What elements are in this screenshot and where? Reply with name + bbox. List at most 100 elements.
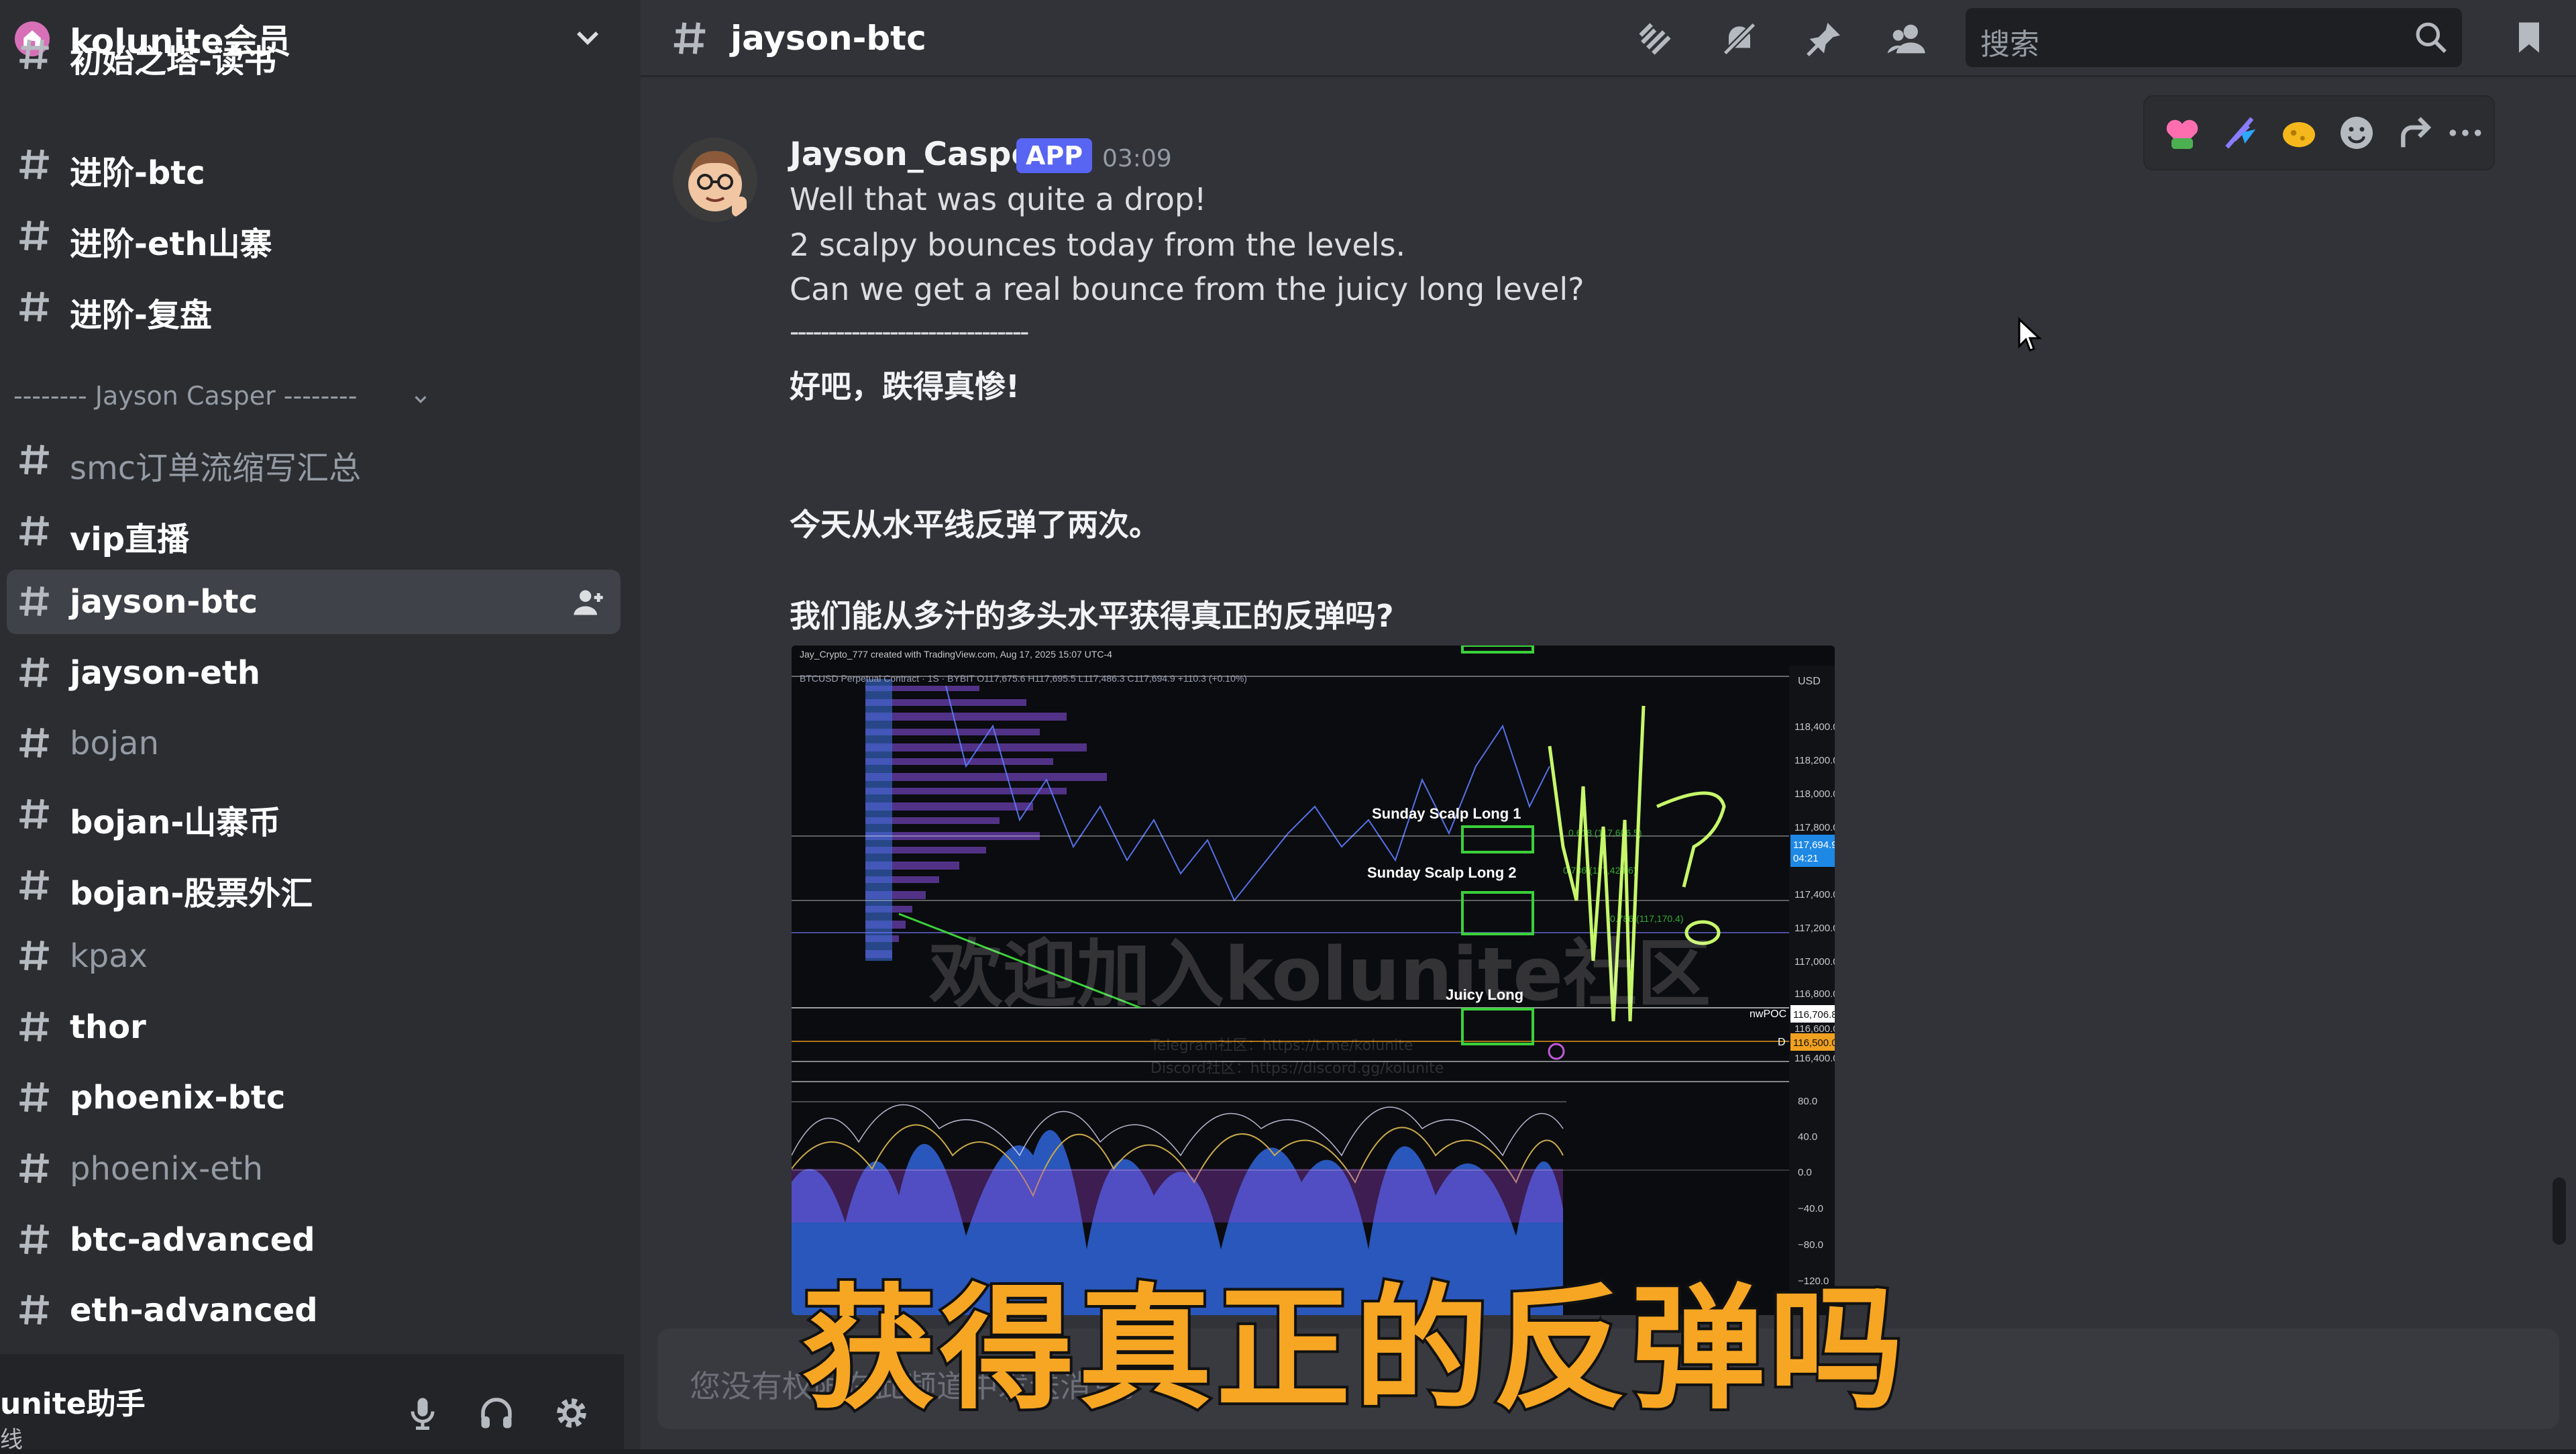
sidebar-channel-item[interactable]: jayson-eth	[0, 641, 621, 705]
hash-icon	[19, 39, 49, 70]
price-tick: 118,200.0	[1794, 755, 1835, 766]
mouse-cursor-icon	[2018, 317, 2042, 352]
price-tick: 117,400.0	[1794, 889, 1835, 900]
price-tick: 117,800.0	[1794, 822, 1835, 833]
price-tick: 116,400.0	[1794, 1053, 1835, 1064]
hash-icon	[19, 728, 49, 758]
channel-header: jayson-btc 搜索	[641, 0, 2576, 77]
hash-icon	[19, 1224, 49, 1254]
add-member-icon[interactable]	[571, 584, 606, 619]
price-tick: 118,400.0	[1794, 721, 1835, 733]
hash-icon	[19, 444, 49, 475]
sidebar-item-label: bojan-股票外汇	[70, 874, 313, 913]
sidebar-channel-item[interactable]: phoenix-eth	[0, 1137, 621, 1201]
price-tick: 116,800.0	[1794, 988, 1835, 1000]
sidebar-item-label: btc-advanced	[70, 1221, 315, 1259]
sidebar-channel-item[interactable]: vip直播	[0, 499, 621, 564]
sidebar-channel-item[interactable]: btc-advanced	[0, 1208, 621, 1272]
app-badge: APP	[1016, 138, 1093, 173]
hash-icon	[19, 515, 49, 546]
sidebar-item-label: jayson-btc	[70, 583, 258, 621]
sidebar-item-label: 进阶-eth山寨	[70, 225, 272, 263]
sidebar-item-label: phoenix-eth	[70, 1150, 264, 1188]
nwpoc-price: 116,706.8	[1793, 1009, 1835, 1021]
hash-icon	[19, 657, 49, 687]
hash-icon	[19, 1082, 49, 1112]
category-jayson-casper[interactable]: -------- Jayson Casper --------	[13, 381, 357, 411]
sidebar-channel-item[interactable]: bojan	[0, 711, 621, 776]
osc-tick: 80.0	[1798, 1096, 1817, 1107]
hash-icon	[19, 870, 49, 900]
hash-icon	[19, 149, 49, 180]
price-tick: 116,600.0	[1794, 1023, 1835, 1035]
osc-tick: −40.0	[1798, 1203, 1823, 1214]
more-icon[interactable]	[2444, 111, 2487, 154]
microphone-icon[interactable]	[402, 1393, 443, 1433]
threads-icon[interactable]	[1633, 17, 1676, 60]
sidebar-item-label: eth-advanced	[70, 1292, 318, 1330]
watermark: 欢迎加入kolunite社区	[928, 931, 1711, 1017]
sidebar-channel-item[interactable]: eth-advanced	[0, 1278, 621, 1343]
chart-image-attachment[interactable]: Sunday Scalp Long 1 Sunday Scalp Long 2 …	[792, 645, 1835, 1315]
inbox-icon[interactable]	[2509, 17, 2549, 58]
sidebar-channel-item[interactable]: jayson-btc	[7, 570, 621, 635]
sidebar-channel-item[interactable]: bojan-山寨币	[0, 782, 621, 847]
price-tick: 117,200.0	[1794, 923, 1835, 934]
add-reaction-icon[interactable]	[2335, 111, 2378, 154]
search-input[interactable]: 搜索	[1966, 8, 2462, 67]
message-line: 我们能从多汁的多头水平获得真正的反弹吗?	[790, 598, 1394, 634]
chart-symbol: BTCUSD Perpetual Contract · 1S · BYBIT O…	[800, 673, 1247, 684]
hash-icon	[674, 22, 706, 54]
d-price: 116,500.0	[1793, 1037, 1835, 1049]
watermark-line: Telegram社区：https://t.me/kolunite	[1150, 1037, 1413, 1054]
search-icon[interactable]	[2412, 19, 2450, 56]
username[interactable]: unite助手	[0, 1380, 146, 1422]
message-line: 2 scalpy bounces today from the levels.	[790, 227, 1406, 263]
reaction-feather-icon[interactable]	[2220, 111, 2263, 154]
sidebar-item-label: smc订单流缩写汇总	[70, 450, 362, 487]
sidebar-channel-item[interactable]: thor	[0, 995, 621, 1059]
forward-icon[interactable]	[2394, 111, 2437, 154]
sidebar-channel-item[interactable]: kpax	[0, 924, 621, 988]
chat-main: jayson-btc 搜索 Jayson_Casper APP 03:09 We…	[641, 0, 2576, 1449]
sidebar-channel-item[interactable]: smc订单流缩写汇总	[0, 428, 621, 492]
reaction-heart-icon[interactable]	[2161, 111, 2204, 154]
sidebar-channel-item[interactable]: phoenix-btc	[0, 1066, 621, 1130]
sidebar-item-partial[interactable]: 初始之塔-读书	[0, 35, 621, 75]
sidebar-item-label: 进阶-btc	[70, 154, 205, 192]
message-hover-toolbar	[2143, 95, 2495, 170]
sidebar-channel-item[interactable]: bojan-股票外汇	[0, 853, 621, 918]
scrollbar-thumb[interactable]	[2553, 1178, 2566, 1245]
hash-icon	[19, 220, 49, 251]
message-line: 今天从水平线反弹了两次。	[790, 507, 1160, 543]
watermark-line: Discord社区：https://discord.gg/kolunite	[1150, 1060, 1444, 1077]
message-timestamp[interactable]: 03:09	[1102, 145, 1172, 172]
osc-tick: 0.0	[1798, 1167, 1812, 1178]
message-line: Can we get a real bounce from the juicy …	[790, 271, 1585, 307]
message-author[interactable]: Jayson_Casper	[790, 136, 1049, 173]
sidebar-item-label: thor	[70, 1008, 146, 1046]
sidebar-item-label: phoenix-btc	[70, 1079, 286, 1117]
hash-icon	[19, 1011, 49, 1041]
sidebar-channel-item[interactable]: 进阶-eth山寨	[0, 204, 621, 268]
hash-icon	[19, 1153, 49, 1184]
members-icon[interactable]	[1886, 17, 1929, 60]
sidebar-channel-item[interactable]: 进阶-复盘	[0, 275, 621, 340]
chevron-down-icon[interactable]	[411, 389, 431, 409]
hash-icon	[19, 1295, 49, 1325]
osc-tick: 40.0	[1798, 1131, 1817, 1143]
channel-title: jayson-btc	[731, 19, 926, 58]
countdown: 04:21	[1793, 853, 1819, 864]
current-price: 117,694.9	[1793, 839, 1835, 851]
pin-icon[interactable]	[1803, 17, 1845, 60]
sidebar-channel-item[interactable]: 进阶-btc	[0, 133, 621, 197]
sidebar-item-label: bojan	[70, 725, 160, 763]
hash-icon	[19, 586, 49, 617]
mute-bell-icon[interactable]	[1718, 17, 1761, 60]
nwpoc-label: nwPOC	[1750, 1008, 1786, 1020]
reaction-cheese-icon[interactable]	[2277, 111, 2320, 154]
gear-icon[interactable]	[551, 1393, 592, 1433]
headphones-icon[interactable]	[476, 1393, 517, 1433]
avatar[interactable]	[673, 138, 757, 222]
hash-icon	[19, 291, 49, 322]
